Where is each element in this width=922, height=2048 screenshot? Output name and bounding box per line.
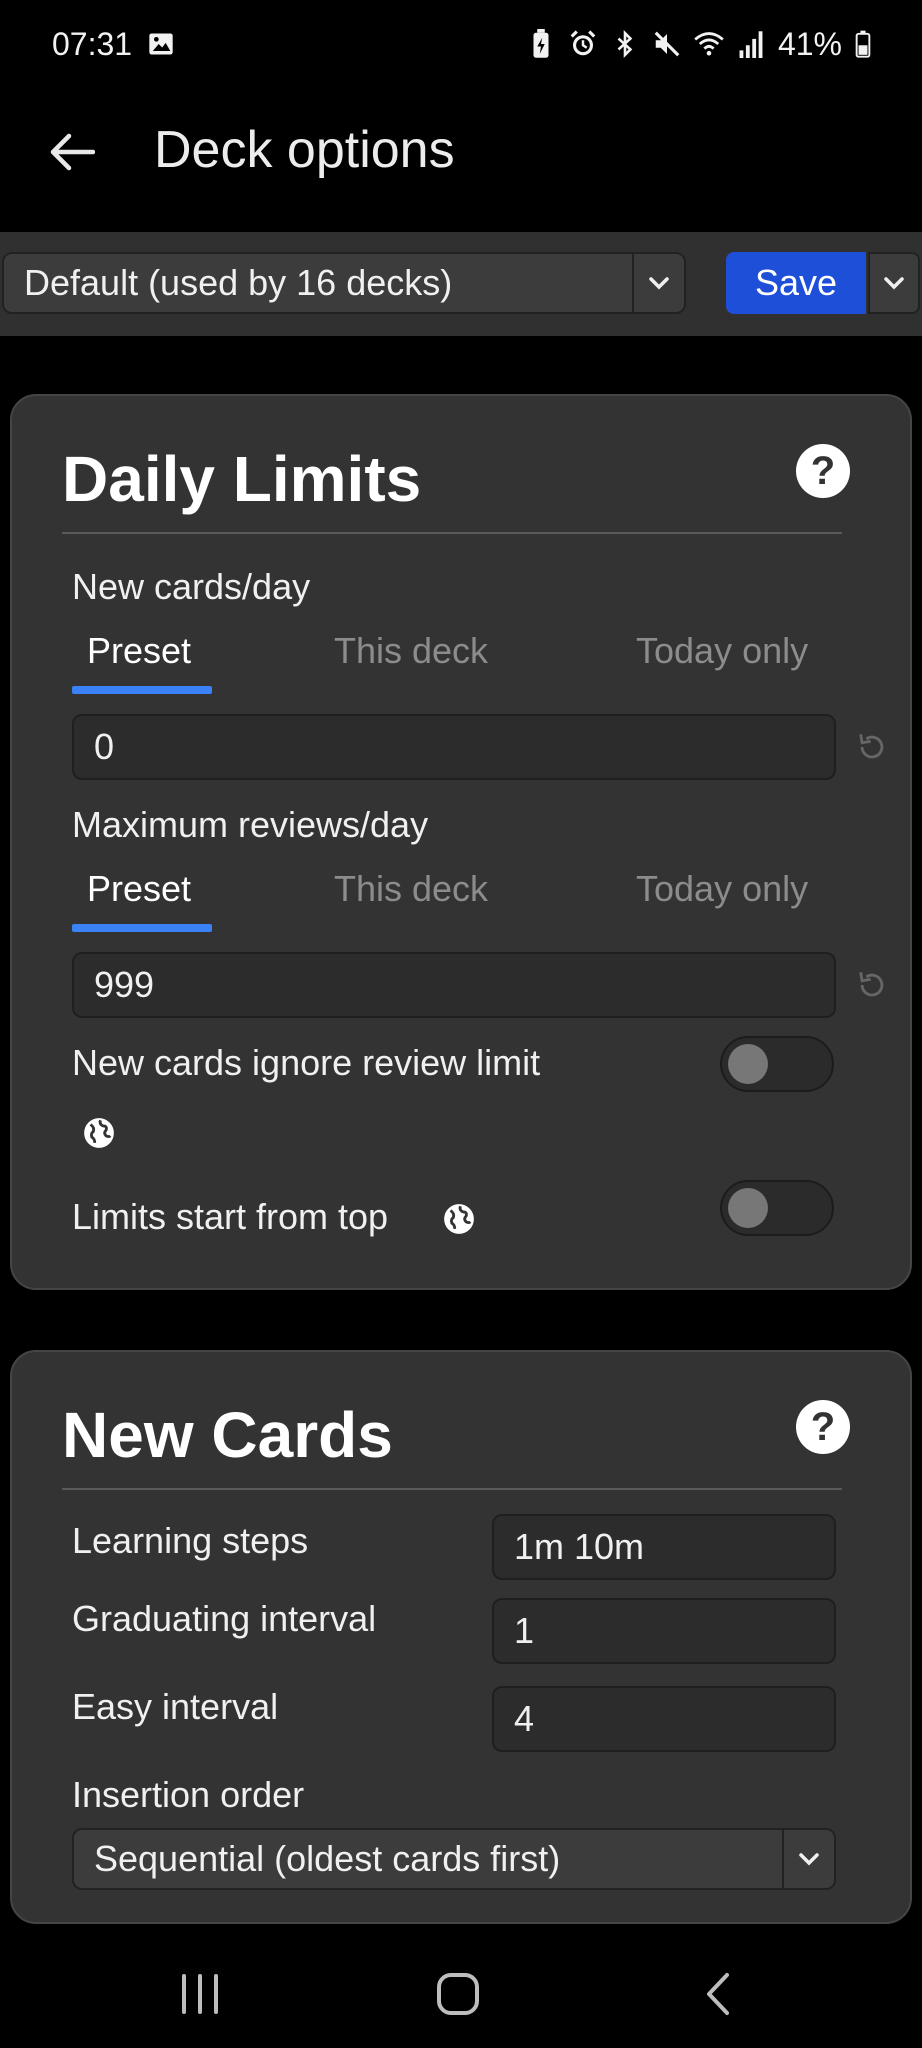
learning-steps-input[interactable]: 1m 10m <box>492 1514 836 1580</box>
tab-preset[interactable]: Preset <box>87 868 191 910</box>
section-title: Daily Limits <box>62 443 422 515</box>
graduating-interval-label: Graduating interval <box>72 1598 377 1639</box>
revert-icon[interactable] <box>854 967 890 1003</box>
ignore-review-limit-toggle[interactable] <box>720 1036 834 1092</box>
new-cards-card: New Cards ? Learning steps 1m 10m Gradua… <box>10 1350 912 1924</box>
toggle-knob <box>728 1188 768 1228</box>
insertion-order-label: Insertion order <box>72 1774 305 1815</box>
daily-limits-card: Daily Limits ? New cards/day Preset This… <box>10 394 912 1290</box>
insertion-order-value: Sequential (oldest cards first) <box>94 1838 561 1879</box>
active-tab-indicator <box>72 686 212 694</box>
home-icon <box>437 1973 479 2015</box>
home-button[interactable] <box>428 1964 488 2024</box>
active-tab-indicator <box>72 924 212 932</box>
globe-icon[interactable] <box>442 1202 476 1236</box>
globe-icon[interactable] <box>82 1116 116 1150</box>
limits-start-from-top-label: Limits start from top <box>72 1196 389 1237</box>
graduating-interval-input[interactable]: 1 <box>492 1598 836 1664</box>
tab-today-only[interactable]: Today only <box>636 630 808 672</box>
help-icon[interactable]: ? <box>796 1400 850 1454</box>
insertion-order-select[interactable]: Sequential (oldest cards first) <box>72 1828 836 1890</box>
arrow-left-icon <box>50 133 95 171</box>
app-bar: Deck options <box>0 88 922 228</box>
ignore-review-limit-label: New cards ignore review limit <box>72 1042 541 1083</box>
preset-select-value: Default (used by 16 decks) <box>24 262 453 303</box>
chevron-down-icon <box>782 1830 834 1888</box>
recent-apps-icon <box>182 1974 218 2014</box>
system-nav-bar <box>0 1924 922 2048</box>
preset-select[interactable]: Default (used by 16 decks) <box>2 252 686 314</box>
section-title: New Cards <box>62 1399 393 1471</box>
back-nav-button[interactable] <box>688 1964 748 2024</box>
status-left: 07:31 <box>52 26 176 63</box>
save-menu-button[interactable] <box>868 252 920 314</box>
preset-toolbar: Default (used by 16 decks) Save <box>0 232 922 336</box>
bluetooth-icon <box>610 29 640 59</box>
max-reviews-per-day-label: Maximum reviews/day <box>72 804 429 845</box>
mute-icon <box>652 29 682 59</box>
chevron-down-icon <box>632 254 684 312</box>
status-bar: 07:31 41% <box>0 0 922 88</box>
alarm-icon <box>568 29 598 59</box>
status-right: 41% <box>526 26 872 63</box>
chevron-left-icon <box>707 1973 729 2015</box>
battery-saver-icon <box>526 29 556 59</box>
tab-preset[interactable]: Preset <box>87 630 191 672</box>
tab-today-only[interactable]: Today only <box>636 868 808 910</box>
wifi-icon <box>694 29 724 59</box>
learning-steps-label: Learning steps <box>72 1520 309 1561</box>
new-cards-per-day-label: New cards/day <box>72 566 311 607</box>
signal-icon <box>736 29 766 59</box>
new-cards-per-day-input[interactable]: 0 <box>72 714 836 780</box>
limits-start-from-top-toggle[interactable] <box>720 1180 834 1236</box>
page-title: Deck options <box>154 121 455 179</box>
battery-icon <box>854 29 872 59</box>
easy-interval-input[interactable]: 4 <box>492 1686 836 1752</box>
chevron-down-icon <box>884 277 904 290</box>
tab-this-deck[interactable]: This deck <box>334 868 488 910</box>
easy-interval-label: Easy interval <box>72 1686 279 1727</box>
max-reviews-per-day-input[interactable]: 999 <box>72 952 836 1018</box>
battery-percent: 41% <box>777 25 842 62</box>
back-button[interactable] <box>44 124 100 180</box>
divider <box>62 1488 842 1490</box>
toggle-knob <box>728 1044 768 1084</box>
image-icon <box>146 29 176 59</box>
tab-this-deck[interactable]: This deck <box>334 630 488 672</box>
status-time: 07:31 <box>52 25 133 62</box>
divider <box>62 532 842 534</box>
recent-apps-button[interactable] <box>170 1964 230 2024</box>
help-icon[interactable]: ? <box>796 444 850 498</box>
revert-icon[interactable] <box>854 729 890 765</box>
save-button[interactable]: Save <box>726 252 866 314</box>
